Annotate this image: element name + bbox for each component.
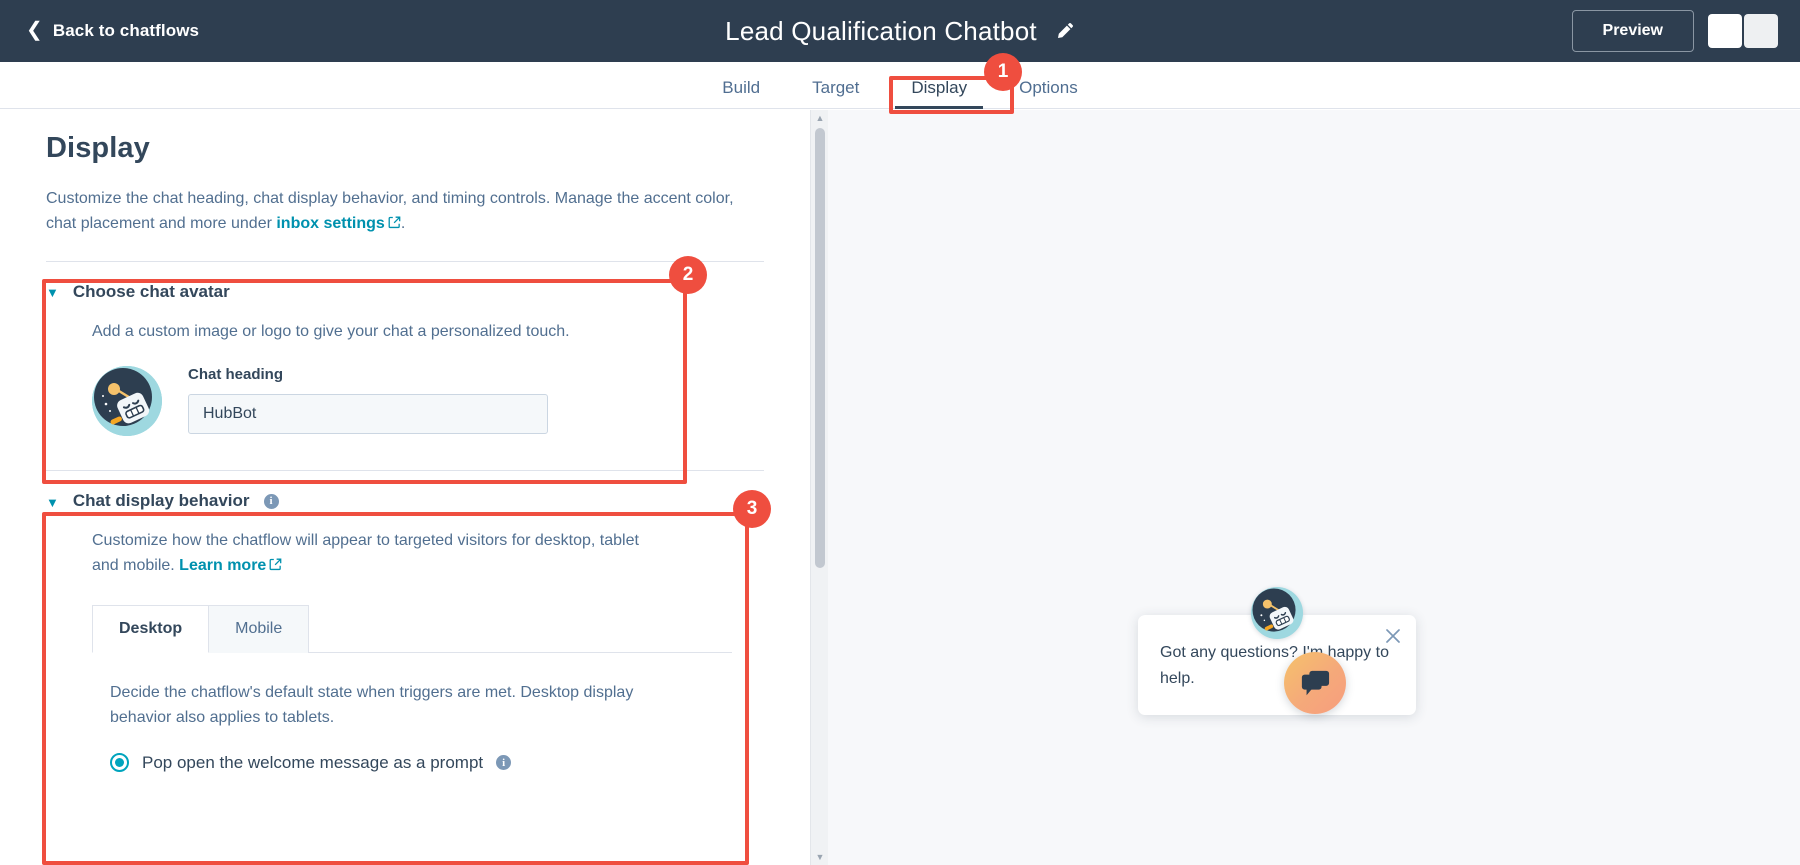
chat-heading-field-group: Chat heading [188,366,548,435]
chat-launcher-button[interactable] [1284,652,1346,714]
section-body-chat-display-behavior: Customize how the chatflow will appear t… [46,511,764,773]
preview-button[interactable]: Preview [1571,10,1694,52]
title-area: Lead Qualification Chatbot [0,0,1800,62]
back-to-chatflows-link[interactable]: ❮ Back to chatflows [26,19,200,41]
page-title: Display [46,132,150,164]
tab-target[interactable]: Target [786,79,885,108]
chevron-down-icon-2[interactable]: ▼ [46,496,59,509]
tab-build[interactable]: Build [696,79,786,108]
panel-content: Display Customize the chat heading, chat… [0,110,810,773]
section-choose-chat-avatar: ▼ Choose chat avatar Add a custom image … [46,262,764,437]
radio-dot [115,758,124,768]
window-size-option-b[interactable] [1744,14,1778,48]
scroll-down-arrow-icon[interactable]: ▼ [811,849,829,865]
section-header-chat-display-behavior[interactable]: ▼ Chat display behavior i [46,491,764,511]
panel-scrollbar[interactable]: ▲ ▼ [810,110,828,865]
avatar-section-description: Add a custom image or logo to give your … [92,322,570,340]
chevron-down-icon[interactable]: ▼ [46,286,59,299]
window-size-option-a[interactable] [1708,14,1742,48]
chevron-left-icon: ❮ [26,19,43,41]
radio-row-pop-open[interactable]: Pop open the welcome message as a prompt… [110,753,764,773]
behavior-description-text: Customize how the chatflow will appear t… [92,532,639,575]
topbar-actions: Preview [1571,0,1778,62]
avatar-row: Chat heading [92,366,764,437]
device-subtabs: Desktop Mobile [92,604,732,653]
chat-heading-input[interactable] [188,394,548,435]
back-to-chatflows-label: Back to chatflows [52,21,200,40]
info-icon-pop-open[interactable]: i [496,755,512,771]
pencil-icon[interactable] [1055,21,1075,41]
section-title-choose-chat-avatar: Choose chat avatar [72,281,230,301]
info-icon[interactable]: i [263,493,279,509]
robot-avatar-icon[interactable] [92,366,162,437]
radio-pop-open-welcome[interactable] [110,753,129,773]
scrollbar-thumb[interactable] [815,128,825,568]
learn-more-link[interactable]: Learn more [179,557,266,574]
panel-description-text-2: . [400,214,406,232]
chatflow-title: Lead Qualification Chatbot [725,15,1037,46]
main-tab-nav: Build Target Display Options [0,62,1800,109]
radio-label-pop-open: Pop open the welcome message as a prompt [142,752,484,772]
subtab-mobile[interactable]: Mobile [209,604,310,653]
inbox-settings-link[interactable]: inbox settings [276,215,384,232]
welcome-message-text: Got any questions? I'm happy to help. [1160,644,1389,687]
window-size-toggle[interactable] [1708,14,1778,48]
chat-welcome-prompt: Got any questions? I'm happy to help. [1138,587,1416,716]
app-root: ❮ Back to chatflows Lead Qualification C… [0,0,1800,865]
tab-options[interactable]: Options [993,79,1104,108]
section-title-chat-display-behavior: Chat display behavior [72,491,250,511]
subtab-desktop[interactable]: Desktop [92,604,210,653]
close-icon[interactable] [1384,627,1402,645]
behavior-section-description: Customize how the chatflow will appear t… [92,529,652,579]
desktop-pane: Decide the chatflow's default state when… [92,653,764,773]
chat-heading-label: Chat heading [188,366,284,384]
panel-description: Customize the chat heading, chat display… [46,187,764,237]
tab-display[interactable]: Display [885,79,993,109]
section-chat-display-behavior: ▼ Chat display behavior i Customize how … [46,471,764,773]
section-header-choose-chat-avatar[interactable]: ▼ Choose chat avatar [46,282,764,302]
scroll-up-arrow-icon[interactable]: ▲ [811,110,829,126]
display-settings-panel: Display Customize the chat heading, chat… [0,110,810,865]
external-link-icon-2 [269,558,282,571]
external-link-icon [388,216,401,229]
section-body-choose-chat-avatar: Add a custom image or logo to give your … [46,302,764,437]
desktop-pane-description: Decide the chatflow's default state when… [110,683,634,726]
chat-bubble-icon [1301,670,1330,696]
chat-preview-canvas: Got any questions? I'm happy to help. [828,110,1800,865]
top-bar: ❮ Back to chatflows Lead Qualification C… [0,0,1800,62]
prompt-robot-avatar-icon [1251,587,1303,639]
